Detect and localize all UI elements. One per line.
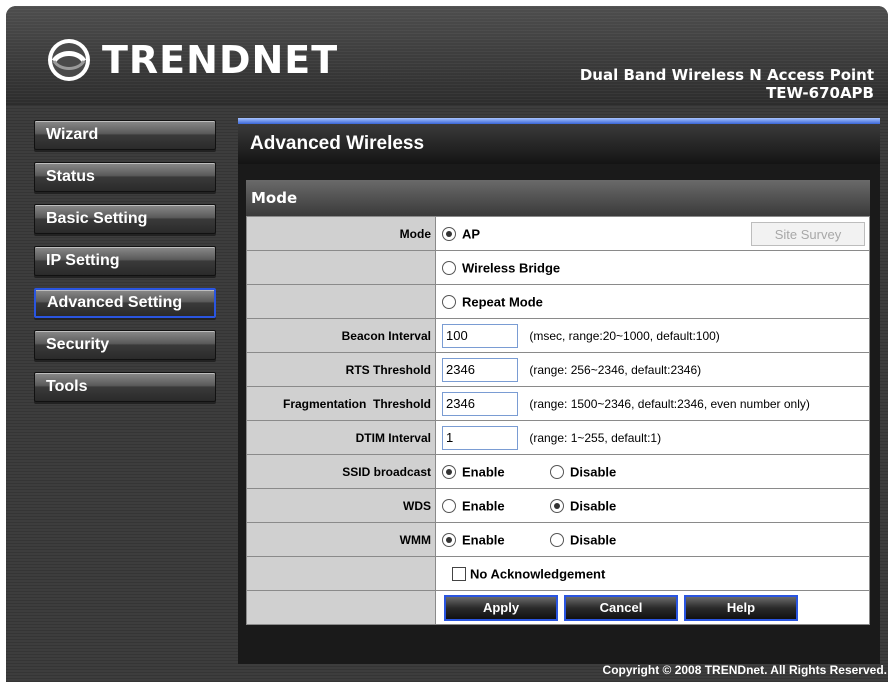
wmm-disable-label: Disable bbox=[570, 532, 617, 548]
content-area: Advanced Wireless Mode Mode AP Site Surv… bbox=[238, 118, 880, 664]
fragmentation-threshold-hint: (range: 1500~2346, default:2346, even nu… bbox=[529, 396, 810, 411]
rts-threshold-label: RTS Threshold bbox=[246, 352, 436, 387]
ssid-broadcast-label: SSID broadcast bbox=[246, 454, 436, 489]
sidebar-item-advanced-setting[interactable]: Advanced Setting bbox=[34, 288, 216, 318]
ssid-broadcast-enable-radio[interactable] bbox=[442, 464, 456, 479]
rts-threshold-row: RTS Threshold (range: 256~2346, default:… bbox=[246, 352, 870, 387]
rts-threshold-input[interactable] bbox=[442, 357, 518, 382]
wds-enable-radio[interactable] bbox=[442, 498, 456, 513]
logo: TRENDNET bbox=[46, 36, 338, 84]
mode-repeat-label: Repeat Mode bbox=[462, 294, 543, 310]
product-model: TEW-670APB bbox=[766, 84, 874, 102]
trendnet-logo-icon bbox=[48, 39, 90, 81]
mode-label: Mode bbox=[246, 216, 436, 251]
fragmentation-threshold-input[interactable] bbox=[442, 391, 518, 416]
beacon-interval-row: Beacon Interval (msec, range:20~1000, de… bbox=[246, 318, 870, 353]
actions-row: Apply Cancel Help bbox=[246, 590, 870, 625]
dtim-interval-hint: (range: 1~255, default:1) bbox=[529, 430, 662, 445]
product-name: Dual Band Wireless N Access Point bbox=[579, 66, 874, 84]
mode-wireless-bridge-radio[interactable] bbox=[442, 260, 456, 275]
wds-label: WDS bbox=[246, 488, 436, 523]
wmm-disable-radio[interactable] bbox=[550, 532, 564, 547]
sidebar-item-status[interactable]: Status bbox=[34, 162, 216, 192]
sidebar-item-tools[interactable]: Tools bbox=[34, 372, 216, 402]
mode-wireless-bridge-label: Wireless Bridge bbox=[462, 260, 561, 276]
page-title: Advanced Wireless bbox=[238, 124, 880, 164]
mode-row: Mode AP Site Survey bbox=[246, 216, 870, 251]
wmm-enable-radio[interactable] bbox=[442, 532, 456, 547]
dtim-interval-label: DTIM Interval bbox=[246, 420, 436, 455]
settings-panel: Mode Mode AP Site Survey Wireless Bridge… bbox=[246, 180, 870, 625]
wmm-row: WMM Enable Disable bbox=[246, 522, 870, 557]
rts-threshold-hint: (range: 256~2346, default:2346) bbox=[529, 362, 702, 377]
dtim-interval-input[interactable] bbox=[442, 425, 518, 450]
settings-table: Mode AP Site Survey Wireless Bridge Repe… bbox=[246, 216, 870, 625]
ssid-broadcast-disable-radio[interactable] bbox=[550, 464, 564, 479]
cancel-button[interactable]: Cancel bbox=[564, 594, 678, 621]
wds-disable-radio[interactable] bbox=[550, 498, 564, 513]
fragmentation-threshold-label: Fragmentation Threshold bbox=[246, 386, 436, 421]
ssid-broadcast-row: SSID broadcast Enable Disable bbox=[246, 454, 870, 489]
sidebar-item-wizard[interactable]: Wizard bbox=[34, 120, 216, 150]
mode-ap-radio[interactable] bbox=[442, 226, 456, 241]
no-ack-row: No Acknowledgement bbox=[246, 556, 870, 591]
no-acknowledgement-checkbox[interactable] bbox=[452, 566, 466, 581]
sidebar-item-basic-setting[interactable]: Basic Setting bbox=[34, 204, 216, 234]
beacon-interval-hint: (msec, range:20~1000, default:100) bbox=[529, 328, 720, 343]
ssid-broadcast-enable-label: Enable bbox=[462, 464, 505, 480]
site-survey-button[interactable]: Site Survey bbox=[751, 222, 865, 246]
help-button[interactable]: Help bbox=[684, 594, 798, 621]
no-acknowledgement-label: No Acknowledgement bbox=[470, 566, 606, 582]
beacon-interval-input[interactable] bbox=[442, 323, 518, 348]
wmm-label: WMM bbox=[246, 522, 436, 557]
ssid-broadcast-disable-label: Disable bbox=[570, 464, 617, 480]
apply-button[interactable]: Apply bbox=[444, 594, 558, 621]
wds-enable-label: Enable bbox=[462, 498, 505, 514]
mode-repeat-radio[interactable] bbox=[442, 294, 456, 309]
mode-row-bridge: Wireless Bridge bbox=[246, 250, 870, 285]
sidebar-item-ip-setting[interactable]: IP Setting bbox=[34, 246, 216, 276]
sidebar: Wizard Status Basic Setting IP Setting A… bbox=[34, 120, 218, 414]
sidebar-item-security[interactable]: Security bbox=[34, 330, 216, 360]
dtim-interval-row: DTIM Interval (range: 1~255, default:1) bbox=[246, 420, 870, 455]
fragmentation-threshold-row: Fragmentation Threshold (range: 1500~234… bbox=[246, 386, 870, 421]
section-title: Mode bbox=[246, 180, 870, 216]
wmm-enable-label: Enable bbox=[462, 532, 505, 548]
logo-text: TRENDNET bbox=[102, 38, 339, 82]
header: TRENDNET Dual Band Wireless N Access Poi… bbox=[6, 6, 888, 106]
wds-disable-label: Disable bbox=[570, 498, 617, 514]
copyright: Copyright © 2008 TRENDnet. All Rights Re… bbox=[602, 663, 887, 677]
mode-ap-label: AP bbox=[462, 226, 481, 242]
product-info: Dual Band Wireless N Access Point TEW-67… bbox=[580, 66, 874, 102]
wds-row: WDS Enable Disable bbox=[246, 488, 870, 523]
mode-row-repeat: Repeat Mode bbox=[246, 284, 870, 319]
beacon-interval-label: Beacon Interval bbox=[246, 318, 436, 353]
